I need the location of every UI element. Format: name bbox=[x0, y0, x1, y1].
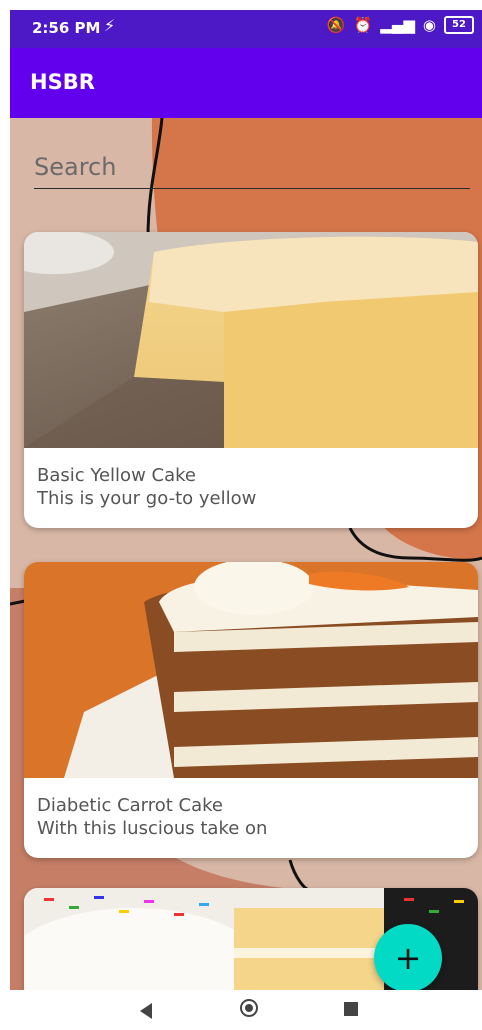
back-icon[interactable] bbox=[140, 1003, 152, 1019]
recipe-description: This is your go-to yellow bbox=[37, 488, 257, 510]
recent-apps-icon[interactable] bbox=[344, 1002, 358, 1016]
recipe-card[interactable]: Basic Yellow Cake This is your go-to yel… bbox=[24, 232, 478, 528]
search-container bbox=[34, 148, 470, 189]
system-nav-bar bbox=[0, 990, 482, 1030]
app-title: HSBR bbox=[30, 70, 95, 94]
recipe-title: Basic Yellow Cake bbox=[37, 465, 196, 486]
add-recipe-button[interactable]: + bbox=[374, 924, 442, 992]
plus-icon: + bbox=[394, 939, 422, 977]
app-bar: HSBR bbox=[10, 48, 482, 118]
status-time: 2:56 PM bbox=[32, 19, 101, 37]
signal-icon: ▂▄▆ bbox=[380, 16, 415, 34]
phone-screen: 2:56 PM ⚡ 🔕 ⏰ ▂▄▆ ◉ 52 HSBR Search Basic… bbox=[0, 0, 482, 1030]
home-icon[interactable] bbox=[240, 999, 258, 1017]
recipe-card-text: Diabetic Carrot Cake With this luscious … bbox=[24, 778, 478, 852]
status-bar: 2:56 PM ⚡ 🔕 ⏰ ▂▄▆ ◉ 52 bbox=[10, 10, 482, 48]
recipe-image bbox=[24, 562, 478, 778]
search-input[interactable] bbox=[34, 148, 470, 189]
battery-icon: 52 bbox=[444, 16, 474, 34]
alarm-icon: ⏰ bbox=[353, 16, 373, 34]
status-icons: 🔕 ⏰ ▂▄▆ ◉ 52 bbox=[327, 16, 474, 34]
main-content[interactable]: Basic Yellow Cake This is your go-to yel… bbox=[10, 118, 482, 990]
recipe-card-text: Basic Yellow Cake This is your go-to yel… bbox=[24, 448, 478, 522]
wifi-icon: ◉ bbox=[422, 16, 436, 34]
recipe-image bbox=[24, 232, 478, 448]
recipe-card[interactable]: Diabetic Carrot Cake With this luscious … bbox=[24, 562, 478, 858]
recipe-title: Diabetic Carrot Cake bbox=[37, 795, 224, 816]
usb-debug-icon: ⚡ bbox=[104, 16, 116, 35]
mute-icon: 🔕 bbox=[326, 16, 346, 34]
recipe-description: With this luscious take on bbox=[37, 818, 268, 840]
